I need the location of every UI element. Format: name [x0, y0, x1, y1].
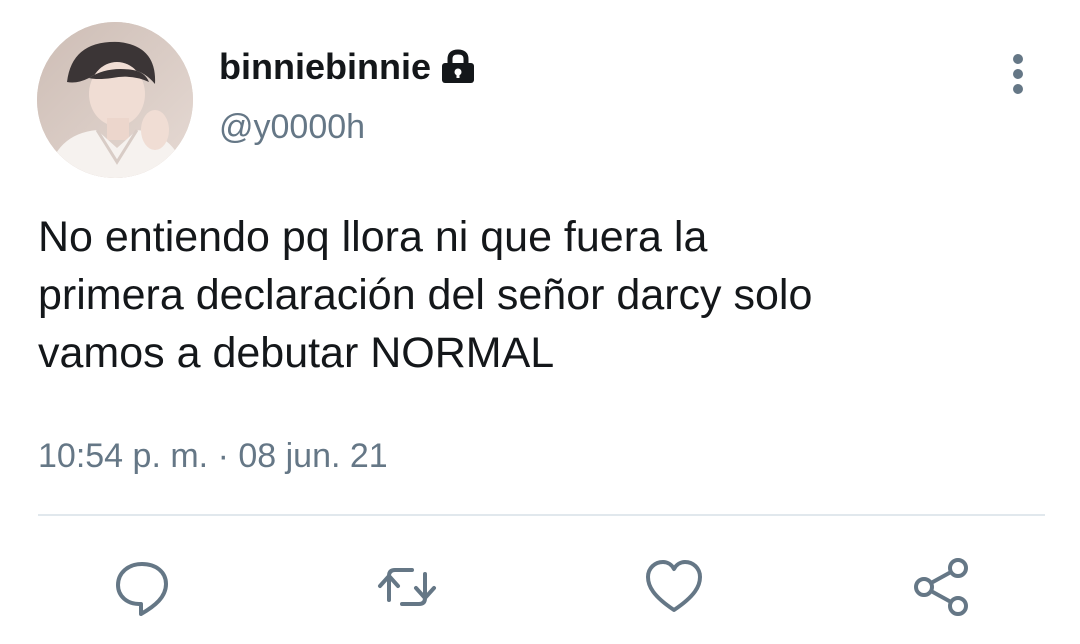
avatar[interactable]	[37, 22, 193, 178]
lock-icon	[439, 49, 477, 85]
tweet-card: binniebinnie @y0000h No entiendo pq llor…	[0, 0, 1080, 644]
share-icon	[914, 558, 968, 616]
more-vertical-icon[interactable]	[1000, 50, 1036, 98]
share-button[interactable]	[910, 556, 972, 618]
like-button[interactable]	[643, 556, 705, 618]
reply-icon	[116, 562, 168, 616]
tweet-text: No entiendo pq llora ni que fuera la pri…	[38, 213, 813, 377]
user-name-row[interactable]: binniebinnie	[219, 44, 477, 90]
heart-icon	[646, 560, 702, 612]
tweet-timestamp[interactable]: 10:54 p. m. · 08 jun. 21	[38, 437, 388, 476]
retweet-icon	[378, 568, 436, 606]
meta-separator: ·	[217, 437, 229, 475]
reply-button[interactable]	[111, 556, 173, 618]
display-name[interactable]: binniebinnie	[219, 46, 431, 88]
user-handle[interactable]: @y0000h	[219, 108, 365, 147]
divider	[38, 514, 1045, 516]
tweet-time: 10:54 p. m.	[38, 437, 209, 475]
retweet-button[interactable]	[376, 556, 438, 618]
tweet-date: 08 jun. 21	[238, 437, 388, 475]
